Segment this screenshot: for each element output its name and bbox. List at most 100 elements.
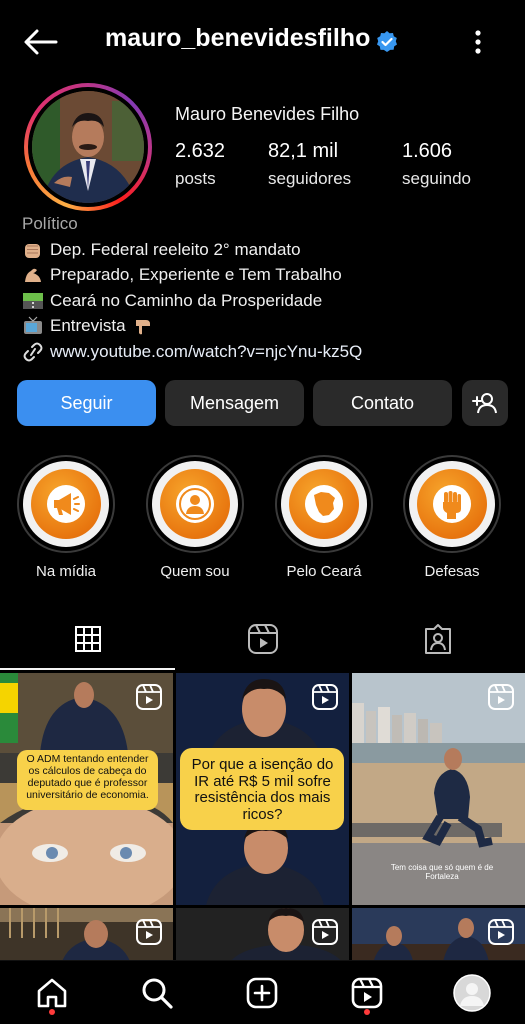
grid-icon (74, 626, 101, 652)
post-caption: Tem coisa que só quem é de Fortaleza (390, 863, 494, 881)
highlight-label: Pelo Ceará (286, 563, 362, 580)
bio-link-text[interactable]: www.youtube.com/watch?v=njcYnu-kz5Q (50, 342, 362, 362)
reel-badge-icon (312, 684, 338, 710)
bio-link[interactable]: www.youtube.com/watch?v=njcYnu-kz5Q (22, 339, 512, 365)
add-user-icon (472, 393, 497, 414)
stat-followers[interactable]: 82,1 mil seguidores (268, 140, 351, 189)
road-emoji-icon (23, 292, 43, 309)
avatar-portrait (32, 91, 144, 203)
message-button[interactable]: Mensagem (165, 380, 304, 426)
post-tile[interactable] (352, 908, 525, 960)
profile-avatar-icon (453, 974, 491, 1012)
nav-home[interactable] (32, 973, 72, 1013)
contact-button[interactable]: Contato (313, 380, 452, 426)
avatar-frame (28, 87, 148, 207)
fist-emoji-icon (25, 243, 40, 258)
active-tab-indicator (0, 668, 175, 670)
home-icon (37, 978, 67, 1008)
highlight-na-midia[interactable]: Na mídia (16, 455, 116, 580)
post-tile[interactable]: Tem coisa que só quem é de Fortaleza (352, 673, 525, 905)
reels-icon (351, 977, 383, 1009)
post-grid: O ADM tentando entender os cálculos de c… (0, 673, 525, 960)
post-tile[interactable] (0, 908, 173, 960)
link-icon (23, 342, 43, 362)
bio-line: Ceará no Caminho da Prosperidade (22, 288, 512, 314)
highlight-ring (403, 455, 501, 553)
avatar-photo (32, 91, 144, 203)
reel-badge-icon (488, 684, 514, 710)
stat-posts[interactable]: 2.632 posts (175, 140, 225, 189)
tab-reels[interactable] (175, 610, 350, 668)
highlight-pelo-ceara[interactable]: Pelo Ceará (274, 455, 374, 580)
profile-bio: Político Dep. Federal reeleito 2° mandat… (22, 214, 512, 365)
reel-badge-icon (136, 684, 162, 710)
follow-button[interactable]: Seguir (17, 380, 156, 426)
post-tile[interactable]: O ADM tentando entender os cálculos de c… (0, 673, 173, 905)
highlight-ring (17, 455, 115, 553)
highlight-ring (275, 455, 373, 553)
tv-emoji-icon (24, 316, 42, 335)
add-user-button[interactable] (462, 380, 508, 426)
stat-value: 1.606 (402, 140, 453, 162)
nav-profile[interactable] (452, 973, 492, 1013)
post-caption: Por que a isenção do IR até R$ 5 mil sof… (191, 756, 334, 823)
highlight-label: Quem sou (160, 563, 230, 580)
profile-tabs (0, 610, 525, 672)
notification-dot (49, 1009, 55, 1015)
highlight-cover (152, 461, 238, 547)
raised-fist-icon (433, 485, 471, 523)
search-icon (142, 978, 173, 1009)
reel-badge-icon (488, 919, 514, 945)
highlight-defesas[interactable]: Defesas (402, 455, 502, 580)
reel-badge-icon (312, 919, 338, 945)
stat-label: posts (175, 169, 216, 188)
stat-label: seguidores (268, 169, 352, 188)
highlight-cover (281, 461, 367, 547)
highlight-label: Defesas (424, 563, 480, 580)
reel-badge-icon (136, 919, 162, 945)
nav-search[interactable] (137, 973, 177, 1013)
bio-line: Preparado, Experiente e Tem Trabalho (22, 263, 512, 289)
post-caption: O ADM tentando entender os cálculos de c… (26, 753, 149, 801)
tab-grid[interactable] (0, 610, 175, 668)
profile-avatar[interactable] (24, 83, 152, 211)
bio-text: Ceará no Caminho da Prosperidade (50, 290, 323, 310)
highlight-ring (146, 455, 244, 553)
highlight-disc (417, 469, 487, 539)
bio-text: Dep. Federal reeleito 2° mandato (50, 239, 301, 259)
bio-text: Entrevista (50, 316, 126, 336)
highlight-cover (23, 461, 109, 547)
stat-label: seguindo (402, 169, 472, 188)
nav-create[interactable] (242, 973, 282, 1013)
post-tile[interactable]: Por que a isenção do IR até R$ 5 mil sof… (176, 673, 349, 905)
reels-icon (247, 624, 278, 654)
post-tile[interactable] (176, 908, 349, 960)
bio-line: Dep. Federal reeleito 2° mandato (22, 237, 512, 263)
tab-tagged[interactable] (350, 610, 525, 668)
person-icon (176, 485, 214, 523)
bottom-navigation (0, 960, 525, 1024)
profile-display-name: Mauro Benevides Filho (175, 104, 360, 124)
create-icon (246, 977, 278, 1009)
more-vertical-icon[interactable] (465, 28, 491, 56)
ceara-map-icon (305, 485, 343, 523)
profile-category: Político (22, 214, 78, 233)
top-bar: mauro_benevidesfilho (0, 0, 525, 84)
verified-badge-icon (377, 31, 397, 52)
notification-dot (364, 1009, 370, 1015)
stat-following[interactable]: 1.606 seguindo (402, 140, 471, 189)
stat-value: 82,1 mil (268, 140, 339, 162)
highlight-cover (409, 461, 495, 547)
tagged-person-icon (424, 624, 451, 654)
highlight-disc (160, 469, 230, 539)
nav-reels[interactable] (347, 973, 387, 1013)
bio-line: Entrevista (22, 314, 512, 340)
profile-username: mauro_benevidesfilho (105, 24, 371, 52)
highlight-disc (289, 469, 359, 539)
stat-value: 2.632 (175, 140, 226, 162)
pointing-down-emoji-icon (135, 320, 150, 335)
back-arrow-icon[interactable] (22, 28, 60, 56)
highlight-quem-sou[interactable]: Quem sou (145, 455, 245, 580)
flexed-bicep-emoji-icon (25, 268, 41, 283)
highlight-label: Na mídia (35, 563, 97, 580)
